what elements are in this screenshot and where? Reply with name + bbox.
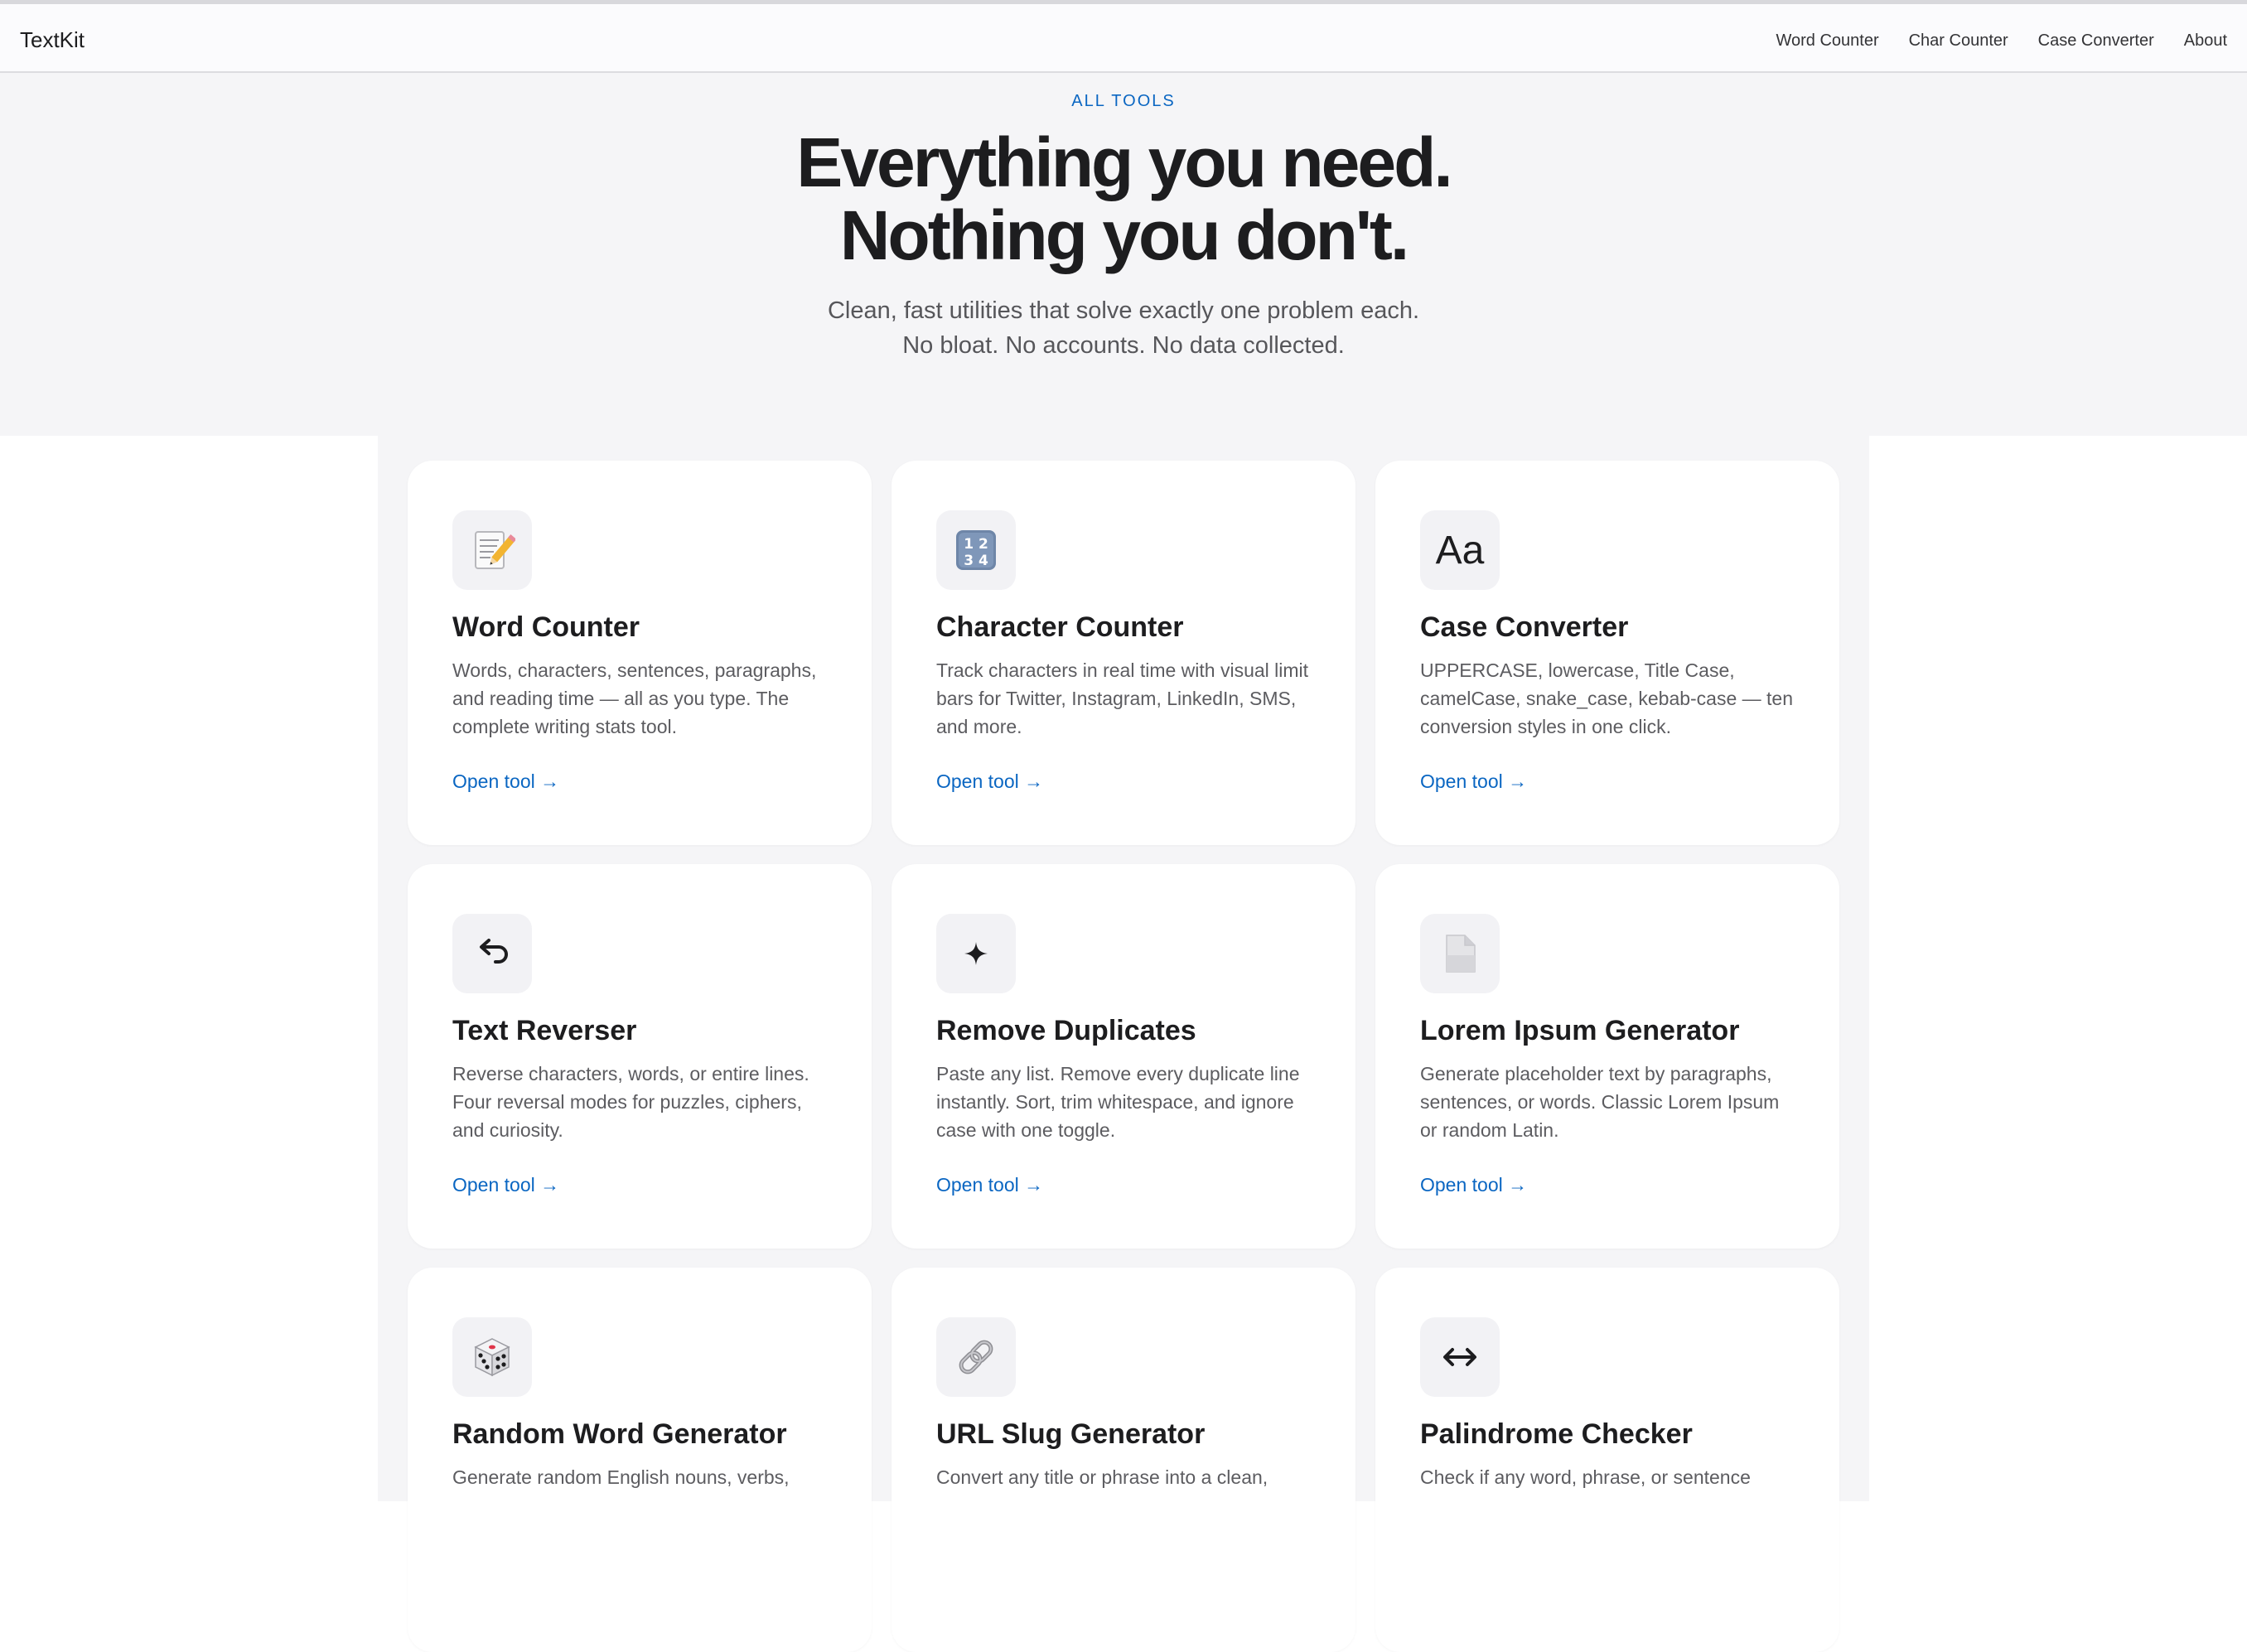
card-title: Word Counter [452, 611, 640, 643]
letter-case-icon: Aa [1420, 510, 1500, 590]
page-margin-left [0, 436, 378, 1501]
hero-headline: Everything you need. Nothing you don't. [0, 126, 2247, 272]
nav-link-about[interactable]: About [2184, 31, 2227, 51]
card-description: Convert any title or phrase into a clean… [936, 1466, 1268, 1488]
hero-subline-line-1: Clean, fast utilities that solve exactly… [827, 297, 1420, 324]
letter-case-glyph: Aa [1435, 528, 1485, 572]
tool-card-url-slug-generator[interactable]: URL Slug Generator Convert any title or … [892, 1268, 1355, 1652]
nav-link-char-counter[interactable]: Char Counter [1909, 31, 2008, 51]
brand-logo[interactable]: TextKit [20, 27, 85, 53]
card-description: Generate placeholder text by paragraphs,… [1420, 1063, 1780, 1141]
hero-subline-line-2: No bloat. No accounts. No data collected… [902, 332, 1345, 359]
document-icon [1420, 914, 1500, 993]
left-right-arrow-icon [1420, 1317, 1500, 1397]
nav-link-case-converter[interactable]: Case Converter [2038, 31, 2154, 51]
number-keycap-icon: 1 2 3 4 [936, 510, 1016, 590]
card-title: Text Reverser [452, 1015, 637, 1046]
tool-card-palindrome-checker[interactable]: Palindrome Checker Check if any word, ph… [1375, 1268, 1839, 1652]
card-description: UPPERCASE, lowercase, Title Case, camelC… [1420, 659, 1794, 737]
tool-card-remove-duplicates[interactable]: Remove Duplicates Paste any list. Remove… [892, 864, 1355, 1249]
card-title: Lorem Ipsum Generator [1420, 1015, 1740, 1046]
dice-icon [452, 1317, 532, 1397]
chain-link-icon [936, 1317, 1016, 1397]
card-description: Generate random English nouns, verbs, [452, 1466, 790, 1488]
hero-headline-line-1: Everything you need. [796, 123, 1453, 201]
open-tool-link[interactable]: Open tool → [452, 770, 559, 793]
open-tool-link[interactable]: Open tool → [1420, 1174, 1527, 1196]
card-description: Track characters in real time with visua… [936, 659, 1309, 737]
card-description: Words, characters, sentences, paragraphs… [452, 659, 817, 737]
card-title: Random Word Generator [452, 1418, 787, 1450]
hero-headline-line-2: Nothing you don't. [839, 196, 1409, 274]
card-title: URL Slug Generator [936, 1418, 1206, 1450]
card-title: Character Counter [936, 611, 1184, 643]
return-arrow-icon [452, 914, 532, 993]
card-title: Palindrome Checker [1420, 1418, 1693, 1450]
open-tool-link[interactable]: Open tool → [936, 1174, 1043, 1196]
card-description: Paste any list. Remove every duplicate l… [936, 1063, 1300, 1141]
card-description: Check if any word, phrase, or sentence [1420, 1466, 1751, 1488]
page-margin-right [1869, 436, 2247, 1501]
open-tool-link[interactable]: Open tool → [1420, 770, 1527, 793]
nav-link-word-counter[interactable]: Word Counter [1776, 31, 1878, 51]
tool-card-word-counter[interactable]: Word Counter Words, characters, sentence… [408, 461, 872, 845]
tool-card-lorem-ipsum-generator[interactable]: Lorem Ipsum Generator Generate placehold… [1375, 864, 1839, 1249]
card-description: Reverse characters, words, or entire lin… [452, 1063, 809, 1141]
nav-links: Word Counter Char Counter Case Converter… [1776, 31, 2227, 51]
tool-card-character-counter[interactable]: 1 2 3 4 Character Counter Track characte… [892, 461, 1355, 845]
sparkle-icon [936, 914, 1016, 993]
svg-text:1 2: 1 2 [964, 536, 988, 553]
hero-eyebrow: ALL TOOLS [1071, 92, 1176, 110]
tool-card-text-reverser[interactable]: Text Reverser Reverse characters, words,… [408, 864, 872, 1249]
top-navbar: TextKit Word Counter Char Counter Case C… [0, 4, 2247, 73]
hero-subline: Clean, fast utilities that solve exactly… [0, 293, 2247, 363]
card-title: Case Converter [1420, 611, 1629, 643]
open-tool-link[interactable]: Open tool → [936, 770, 1043, 793]
tool-card-random-word-generator[interactable]: Random Word Generator Generate random En… [408, 1268, 872, 1652]
card-title: Remove Duplicates [936, 1015, 1196, 1046]
svg-text:3 4: 3 4 [964, 553, 988, 569]
memo-pencil-icon [452, 510, 532, 590]
tool-card-case-converter[interactable]: Aa Case Converter UPPERCASE, lowercase, … [1375, 461, 1839, 845]
open-tool-link[interactable]: Open tool → [452, 1174, 559, 1196]
